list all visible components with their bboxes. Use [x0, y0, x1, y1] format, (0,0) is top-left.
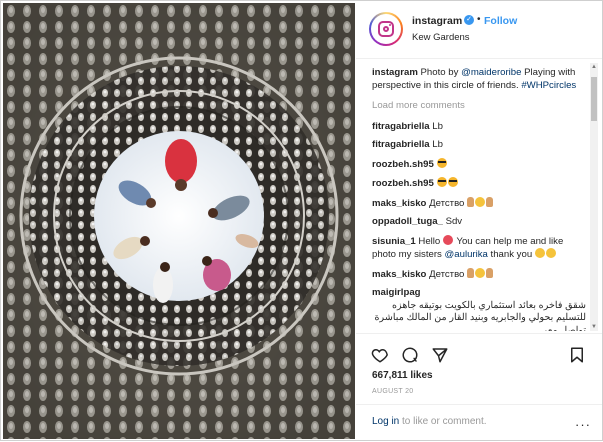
scroll-thumb[interactable] [591, 77, 597, 121]
comment-username[interactable]: maks_kisko [372, 269, 426, 280]
post-window: instagram ✓ • Follow Kew Gardens instagr… [0, 0, 603, 441]
login-link[interactable]: Log in [372, 416, 399, 427]
load-more-comments-button[interactable]: Load more comments [372, 100, 586, 113]
comment-text-3: thank you [490, 249, 533, 260]
scroll-up-icon[interactable]: ▲ [590, 63, 598, 71]
follow-button[interactable]: Follow [484, 15, 517, 27]
avatar[interactable] [369, 12, 403, 46]
separator-dot: • [477, 14, 481, 25]
comment-mention[interactable]: @aulurika [445, 249, 488, 260]
hand-emoji-icon [486, 267, 494, 278]
comment-username[interactable]: oppadoll_tuga_ [372, 216, 443, 227]
comment-username[interactable]: roozbeh.sh95 [372, 159, 434, 170]
comment-text: Детство [429, 197, 465, 209]
smile-emoji-icon [534, 248, 545, 258]
caption-hashtag[interactable]: #WHPcircles [521, 80, 576, 91]
likes-count[interactable]: 667,811 likes [372, 370, 433, 381]
comment-username[interactable]: fitragabriella [372, 121, 430, 132]
smile-emoji-icon [475, 196, 486, 207]
cool-emoji-icon [447, 177, 458, 187]
cool-emoji-icon [436, 157, 447, 168]
login-rest-text: to like or comment. [399, 416, 487, 427]
smile-emoji-icon [475, 267, 486, 278]
comment-item: maks_kisko Детство [372, 267, 586, 282]
comments-scrollbar[interactable]: ▲ ▼ [590, 63, 598, 331]
header-username[interactable]: instagram [412, 15, 462, 27]
location-link[interactable]: Kew Gardens [412, 32, 470, 43]
instagram-logo-icon [378, 21, 394, 37]
comment-text: Lb [432, 139, 443, 150]
comment-item: maks_kisko Детство [372, 196, 586, 211]
comment-text: Sdv [445, 216, 463, 227]
hand-emoji-icon [486, 196, 494, 207]
comment-icon[interactable] [401, 346, 419, 364]
caption-mention[interactable]: @maideroribe [461, 67, 521, 78]
bookmark-icon[interactable] [568, 346, 586, 364]
hand-emoji-icon [467, 196, 475, 207]
avatar-inner [371, 14, 401, 44]
comment-item: sisunia_1 Hello You can help me and like… [372, 234, 586, 262]
comment-item: fitragabriella Lb [372, 139, 586, 152]
comment-username[interactable]: maks_kisko [372, 198, 426, 209]
comment-username[interactable]: sisunia_1 [372, 236, 416, 247]
cool-emoji-icon [436, 177, 447, 187]
post-actions: 667,811 likes AUGUST 20 [356, 333, 602, 403]
smile-emoji-icon [545, 248, 556, 258]
sculpture-photo-image [3, 3, 355, 439]
login-prompt: Log in to like or comment. ··· [356, 404, 602, 442]
login-text: Log in to like or comment. [372, 416, 487, 427]
verified-icon: ✓ [464, 15, 474, 25]
comment-username[interactable]: fitragabriella [372, 139, 430, 150]
scroll-down-icon[interactable]: ▼ [590, 323, 598, 331]
comment-item: roozbeh.sh95 [372, 157, 586, 172]
more-options-icon[interactable]: ··· [575, 417, 591, 432]
comment-text: Hello [418, 235, 441, 247]
post-header: instagram ✓ • Follow Kew Gardens [356, 1, 602, 59]
heart-eyes-emoji-icon [442, 234, 453, 245]
post-side-panel: instagram ✓ • Follow Kew Gardens instagr… [356, 1, 602, 442]
comment-item: fitragabriella Lb [372, 121, 586, 134]
share-icon[interactable] [431, 346, 449, 364]
caption-prefix: Photo by [420, 67, 462, 78]
comment-username[interactable]: maigirlpag [372, 287, 421, 298]
comment-username[interactable]: roozbeh.sh95 [372, 178, 434, 189]
comment-item: oppadoll_tuga_ Sdv [372, 216, 586, 229]
comment-text: Детство [429, 268, 465, 280]
heart-icon[interactable] [371, 346, 389, 364]
comment-text: شقق فاخره بعائد استثماري بالكويت بوتيقه … [374, 299, 586, 332]
post-photo[interactable] [3, 3, 355, 439]
comment-text: Lb [432, 120, 443, 132]
hand-emoji-icon [467, 267, 475, 278]
caption: instagram Photo by @maideroribe Playing … [372, 67, 586, 92]
caption-username[interactable]: instagram [372, 67, 418, 78]
post-date: AUGUST 20 [372, 388, 414, 395]
comment-item: maigirlpag شقق فاخره بعائد استثماري بالك… [372, 287, 586, 331]
comment-item: roozbeh.sh95 [372, 177, 586, 191]
comments-list: instagram Photo by @maideroribe Playing … [372, 67, 586, 331]
